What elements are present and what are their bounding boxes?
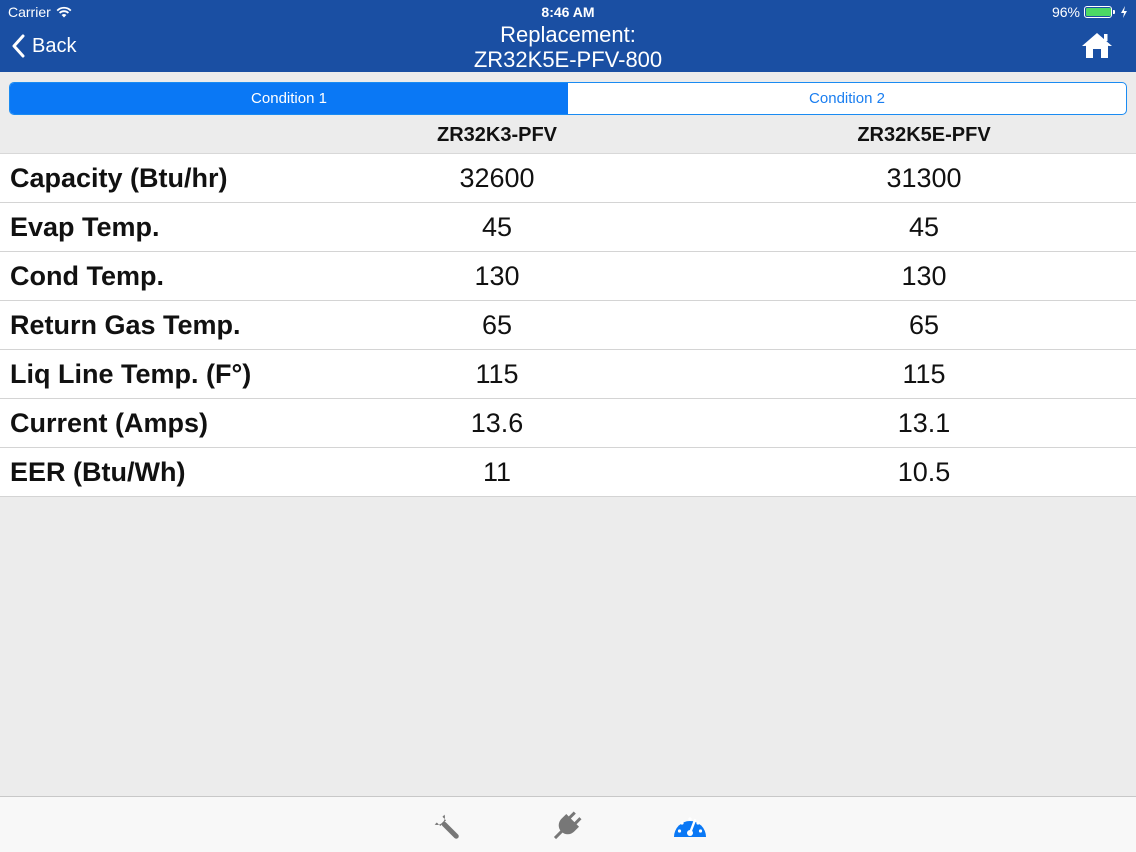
- row-label: Liq Line Temp. (F°): [10, 359, 252, 389]
- table-row: EER (Btu/Wh) 11 10.5: [0, 448, 1136, 497]
- back-label: Back: [32, 34, 77, 57]
- row-value-original: 65: [481, 310, 513, 340]
- wrench-icon: [434, 814, 459, 839]
- back-button[interactable]: Back: [12, 34, 76, 58]
- table-row: Cond Temp. 130 130: [0, 252, 1136, 301]
- table-row: Liq Line Temp. (F°) 115 115: [0, 350, 1136, 399]
- row-label: Current (Amps): [10, 408, 209, 438]
- page-title-line2: ZR32K5E-PFV-800: [473, 47, 663, 72]
- tab-bar: [0, 796, 1136, 852]
- row-label: Return Gas Temp.: [10, 310, 241, 340]
- page-title: Replacement: ZR32K5E-PFV-800: [300, 22, 836, 72]
- row-value-original: 32600: [459, 163, 535, 193]
- battery-percent: 96%: [1051, 4, 1080, 20]
- segment-condition-2[interactable]: Condition 2: [568, 83, 1126, 114]
- row-label: Evap Temp.: [10, 212, 160, 242]
- row-label: EER (Btu/Wh): [10, 457, 186, 487]
- row-value-replacement: 10.5: [897, 457, 951, 487]
- home-icon: [1082, 33, 1112, 58]
- row-value-replacement: 65: [908, 310, 940, 340]
- row-value-replacement: 13.1: [897, 408, 951, 438]
- column-header-original: ZR32K3-PFV: [436, 124, 558, 146]
- row-value-original: 130: [474, 261, 520, 291]
- segment-area: Condition 1 Condition 2: [0, 72, 1136, 120]
- row-label: Capacity (Btu/hr): [10, 163, 228, 193]
- charging-bolt-icon: [1121, 6, 1127, 18]
- tab-electrical[interactable]: [547, 807, 587, 845]
- row-label: Cond Temp.: [10, 261, 164, 291]
- row-value-replacement: 45: [908, 212, 940, 242]
- navigation-bar: Carrier 8:46 AM 96% Back Replacement: ZR…: [0, 0, 1136, 72]
- table-row: Current (Amps) 13.6 13.1: [0, 399, 1136, 448]
- tab-performance[interactable]: [670, 807, 710, 845]
- status-time: 8:46 AM: [541, 4, 595, 20]
- tab-tools[interactable]: [426, 807, 466, 845]
- column-header-replacement: ZR32K5E-PFV: [857, 124, 991, 146]
- row-value-original: 13.6: [470, 408, 524, 438]
- page-title-line1: Replacement:: [500, 22, 636, 47]
- row-value-original: 115: [475, 359, 519, 389]
- row-value-replacement: 115: [902, 359, 946, 389]
- home-button[interactable]: [1080, 30, 1114, 60]
- table-row: Evap Temp. 45 45: [0, 203, 1136, 252]
- row-value-original: 11: [482, 457, 512, 487]
- row-value-replacement: 130: [901, 261, 947, 291]
- battery-icon: [1084, 6, 1115, 18]
- gauge-icon: [674, 817, 706, 837]
- table-header: ZR32K3-PFV ZR32K5E-PFV: [0, 118, 1136, 154]
- status-right: 96%: [1052, 4, 1128, 20]
- segment-condition-1[interactable]: Condition 1: [10, 83, 568, 114]
- row-value-original: 45: [481, 212, 513, 242]
- chevron-left-icon: [12, 34, 25, 58]
- condition-segmented-control: Condition 1 Condition 2: [9, 82, 1127, 115]
- comparison-table: ZR32K3-PFV ZR32K5E-PFV Capacity (Btu/hr)…: [0, 118, 1136, 497]
- table-row: Capacity (Btu/hr) 32600 31300: [0, 154, 1136, 203]
- table-row: Return Gas Temp. 65 65: [0, 301, 1136, 350]
- plug-icon: [553, 811, 582, 840]
- row-value-replacement: 31300: [886, 163, 962, 193]
- status-bar: Carrier 8:46 AM 96%: [0, 0, 1136, 24]
